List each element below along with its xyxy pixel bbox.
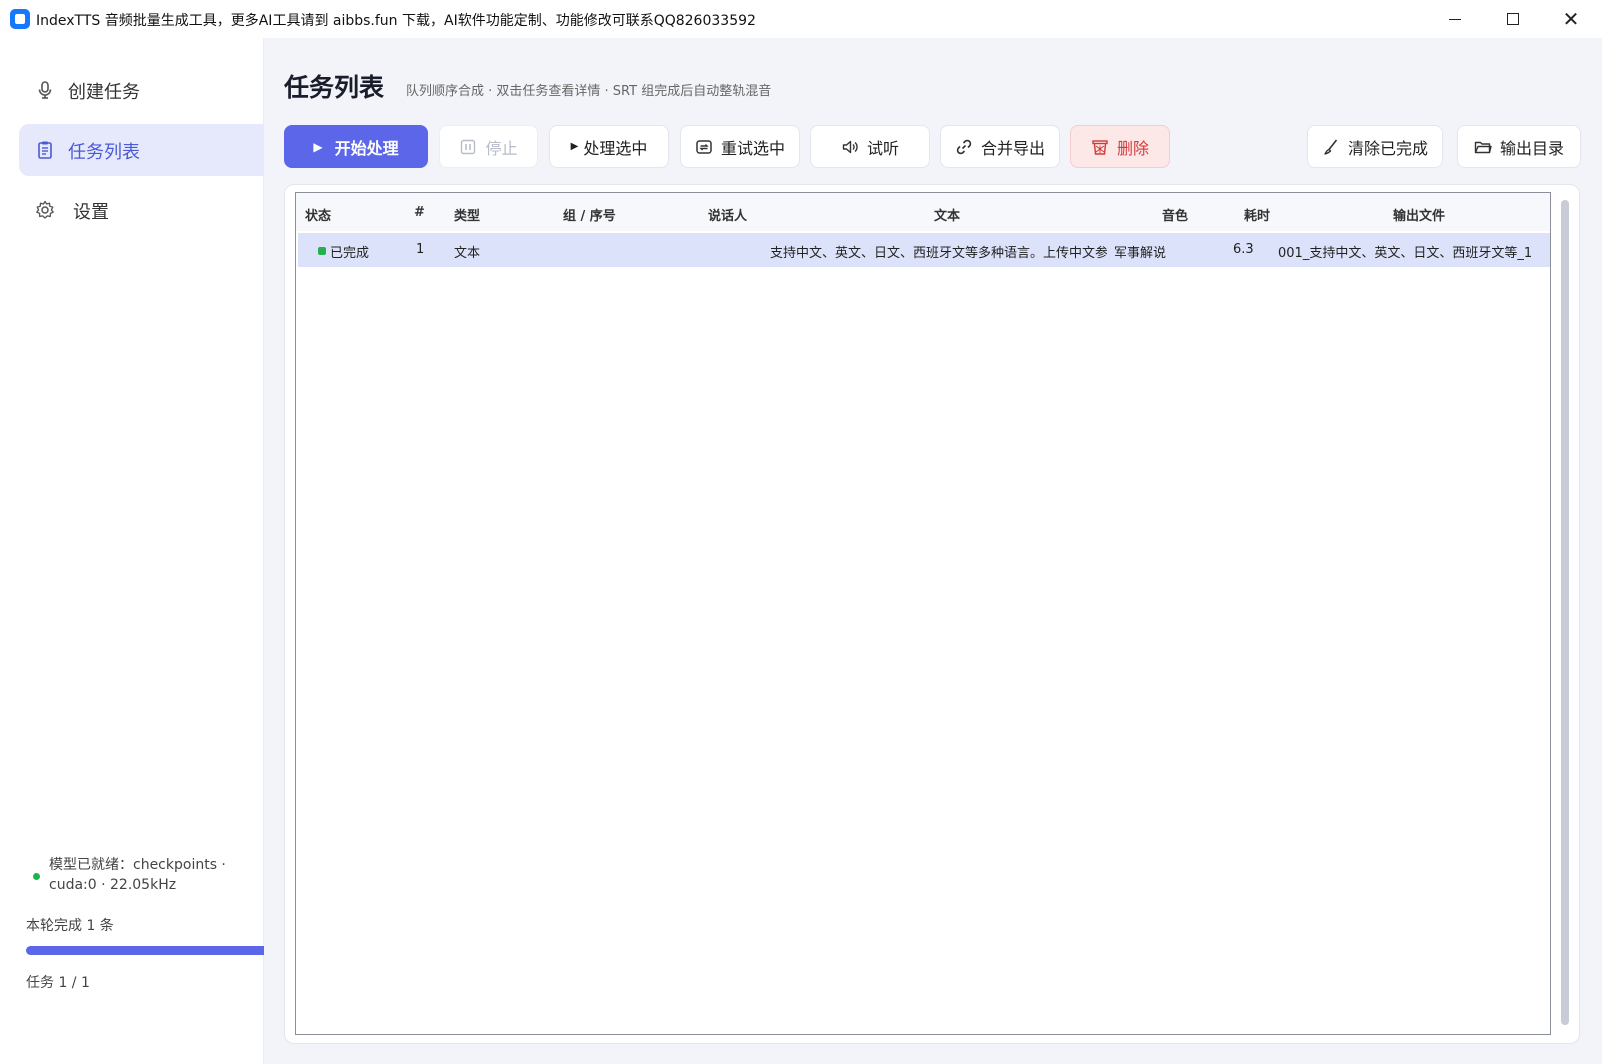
link-icon [956, 139, 972, 154]
cell-duration: 6.3 [1233, 242, 1254, 257]
retry-selected-button[interactable]: 重试选中 [680, 125, 800, 168]
close-button[interactable]: ✕ [1542, 0, 1600, 38]
sidebar: 创建任务 任务列表 设置 [0, 38, 264, 1064]
maximize-icon [1507, 13, 1519, 25]
process-selected-button[interactable]: ▶ 处理选中 [549, 125, 669, 168]
task-count-text: 任务 1 / 1 [26, 975, 90, 991]
sidebar-item-label: 任务列表 [68, 142, 140, 163]
cell-output-file: 001_支持中文、英文、日文、西班牙文等_1 [1278, 246, 1533, 261]
sidebar-item-task-list[interactable]: 任务列表 [19, 124, 264, 176]
progress-bar [26, 946, 264, 955]
progress-fill [26, 946, 264, 955]
sidebar-item-label: 设置 [73, 202, 109, 223]
cell-status: 已完成 [330, 246, 370, 261]
column-header-output[interactable]: 输出文件 [1393, 205, 1445, 224]
sidebar-item-settings[interactable]: 设置 [19, 184, 264, 236]
cell-text: 支持中文、英文、日文、西班牙文等多种语言。上传中文参考 [770, 246, 1107, 261]
task-table: 状态 # 类型 组 / 序号 说话人 文本 音色 耗时 输出文件 已完成 1 文… [295, 192, 1551, 1035]
table-header: 状态 # 类型 组 / 序号 说话人 文本 音色 耗时 输出文件 [296, 193, 1550, 231]
merge-export-label: 合并导出 [980, 138, 1045, 158]
column-header-type[interactable]: 类型 [454, 205, 480, 224]
column-header-speaker[interactable]: 说话人 [708, 205, 747, 224]
sidebar-item-label: 创建任务 [68, 82, 140, 103]
close-icon: ✕ [1562, 7, 1580, 31]
listen-label: 试听 [866, 138, 899, 158]
clear-completed-button[interactable]: 清除已完成 [1307, 125, 1443, 168]
speaker-icon [842, 140, 858, 153]
stop-label: 停止 [485, 138, 518, 158]
app-window: IndexTTS 音频批量生成工具，更多AI工具请到 aibbs.fun 下载，… [0, 0, 1602, 1064]
gear-icon [36, 200, 54, 219]
cell-voice: 军事解说 [1114, 246, 1167, 261]
maximize-button[interactable] [1484, 0, 1542, 38]
delete-label: 删除 [1116, 138, 1149, 158]
column-header-voice[interactable]: 音色 [1162, 205, 1188, 224]
column-header-duration[interactable]: 耗时 [1244, 205, 1270, 224]
output-directory-button[interactable]: 输出目录 [1457, 125, 1581, 168]
pause-icon [461, 139, 476, 154]
cell-index: 1 [416, 242, 425, 257]
retry-icon [696, 139, 712, 154]
table-scrollbar-thumb[interactable] [1561, 200, 1569, 1025]
table-row[interactable]: 已完成 1 文本 支持中文、英文、日文、西班牙文等多种语言。上传中文参考 军事解… [298, 233, 1550, 267]
clear-completed-label: 清除已完成 [1347, 138, 1428, 158]
process-selected-label: 处理选中 [583, 138, 648, 158]
minimize-button[interactable] [1426, 0, 1484, 38]
play-icon: ▶ [313, 139, 323, 154]
output-directory-label: 输出目录 [1499, 138, 1564, 158]
delete-button[interactable]: 删除 [1070, 125, 1170, 168]
status-complete-dot [318, 247, 326, 255]
merge-export-button[interactable]: 合并导出 [940, 125, 1060, 168]
column-header-status[interactable]: 状态 [305, 205, 331, 224]
trash-icon [1092, 139, 1108, 155]
folder-icon [1474, 141, 1492, 153]
column-header-text[interactable]: 文本 [934, 205, 960, 224]
clipboard-icon [38, 141, 52, 159]
page-title: 任务列表 [284, 73, 385, 102]
minimize-icon [1449, 18, 1461, 20]
model-status-dot [33, 873, 40, 880]
page-subtitle: 队列顺序合成 · 双击任务查看详情 · SRT 组完成后自动整轨混音 [406, 84, 772, 99]
play-small-icon: ▶ [570, 141, 579, 152]
retry-selected-label: 重试选中 [720, 138, 785, 158]
round-complete-text: 本轮完成 1 条 [26, 918, 114, 934]
start-processing-button[interactable]: ▶ 开始处理 [284, 125, 428, 168]
column-header-index[interactable]: # [414, 205, 425, 220]
title-bar: IndexTTS 音频批量生成工具，更多AI工具请到 aibbs.fun 下载，… [0, 0, 1602, 38]
listen-button[interactable]: 试听 [810, 125, 930, 168]
window-title: IndexTTS 音频批量生成工具，更多AI工具请到 aibbs.fun 下载，… [36, 13, 756, 29]
cell-type: 文本 [454, 246, 481, 261]
start-processing-label: 开始处理 [334, 138, 399, 158]
brush-icon [1324, 139, 1338, 155]
sidebar-item-create-task[interactable]: 创建任务 [19, 64, 264, 116]
stop-button[interactable]: 停止 [439, 125, 538, 168]
microphone-icon [38, 81, 52, 99]
app-logo-icon [10, 9, 30, 29]
model-status-text: 模型已就绪：checkpoints · cuda:0 · 22.05kHz [49, 857, 226, 893]
column-header-group[interactable]: 组 / 序号 [563, 205, 616, 224]
